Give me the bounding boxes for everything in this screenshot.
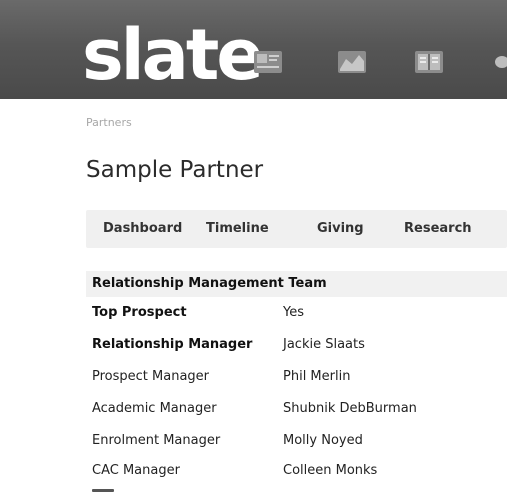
section-title: Relationship Management Team <box>92 276 327 291</box>
tab-research[interactable]: Research <box>404 210 472 248</box>
tab-bar: Dashboard Timeline Giving Research <box>86 210 507 248</box>
page-title: Sample Partner <box>86 157 264 183</box>
field-label: Top Prospect <box>92 305 187 320</box>
top-header: slate <box>0 0 507 99</box>
field-value: Yes <box>283 305 304 320</box>
field-value: Molly Noyed <box>283 433 363 448</box>
field-row-prospect-manager: Prospect Manager Phil Merlin <box>92 369 507 391</box>
cut-off-row <box>92 484 122 492</box>
field-value: Jackie Slaats <box>283 337 365 352</box>
section-header: Relationship Management Team <box>86 271 507 297</box>
field-row-enrolment-manager: Enrolment Manager Molly Noyed <box>92 433 507 455</box>
field-value: Phil Merlin <box>283 369 351 384</box>
field-row-academic-manager: Academic Manager Shubnik DebBurman <box>92 401 507 423</box>
breadcrumb[interactable]: Partners <box>86 116 132 129</box>
field-label: CAC Manager <box>92 463 180 478</box>
slate-logo[interactable]: slate <box>82 20 264 90</box>
field-value: Shubnik DebBurman <box>283 401 417 416</box>
field-row-top-prospect: Top Prospect Yes <box>92 305 507 327</box>
field-row-cac-manager: CAC Manager Colleen Monks <box>92 463 507 485</box>
field-label: Relationship Manager <box>92 337 253 352</box>
book-icon[interactable] <box>414 49 444 75</box>
field-row-relationship-manager: Relationship Manager Jackie Slaats <box>92 337 507 359</box>
field-value: Colleen Monks <box>283 463 378 478</box>
field-label: Enrolment Manager <box>92 433 221 448</box>
tab-dashboard[interactable]: Dashboard <box>103 210 182 248</box>
field-label: Academic Manager <box>92 401 217 416</box>
chart-icon[interactable] <box>337 49 367 75</box>
field-label: Prospect Manager <box>92 369 210 384</box>
tab-timeline[interactable]: Timeline <box>206 210 269 248</box>
partial-icon[interactable] <box>494 49 507 75</box>
tab-giving[interactable]: Giving <box>317 210 364 248</box>
people-icon[interactable] <box>253 49 283 75</box>
